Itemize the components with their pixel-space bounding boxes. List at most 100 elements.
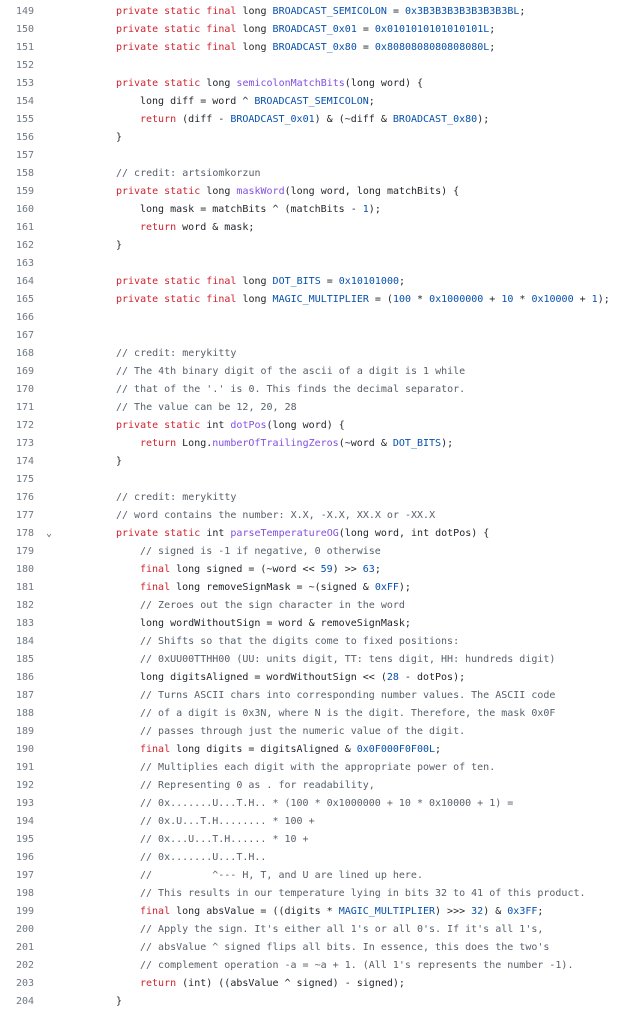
number-token: 0x1000000	[429, 294, 484, 305]
code-line[interactable]: 170 // that of the '.' is 0. This finds t…	[0, 381, 631, 399]
code-line[interactable]: 202 // complement operation -a = ~a + 1. …	[0, 957, 631, 975]
code-editor[interactable]: 149 private static final long BROADCAST_S…	[0, 3, 631, 1011]
code-text: long digitsAligned = wordWithoutSign << …	[140, 669, 465, 687]
code-line[interactable]: 174}	[0, 453, 631, 471]
code-line[interactable]: 199 final long absValue = ((digits * MAGI…	[0, 903, 631, 921]
code-line[interactable]: 157	[0, 147, 631, 165]
code-line[interactable]: 182 // Zeroes out the sign character in t…	[0, 597, 631, 615]
code-text: // of a digit is 0x3N, where N is the di…	[140, 705, 555, 723]
code-line[interactable]: 163	[0, 255, 631, 273]
code-line[interactable]: 197 // ^--- H, T, and U are lined up here…	[0, 867, 631, 885]
code-line[interactable]: 198 // This results in our temperature ly…	[0, 885, 631, 903]
code-token: }	[116, 996, 123, 1007]
line-number: 153	[15, 78, 34, 89]
line-number: 201	[15, 942, 34, 953]
code-line[interactable]: 159 private static long maskWord(long wor…	[0, 183, 631, 201]
constant-token: BROADCAST_0x80	[272, 42, 357, 53]
code-line[interactable]: 172 private static int dotPos(long word) …	[0, 417, 631, 435]
code-token: *	[411, 294, 430, 305]
code-line[interactable]: 150 private static final long BROADCAST_0…	[0, 21, 631, 39]
code-line[interactable]: 185 // 0xUU00TTHH00 (UU: units digit, TT:…	[0, 651, 631, 669]
line-number: 168	[15, 348, 34, 359]
code-line[interactable]: 190 final long digits = digitsAligned & 0…	[0, 741, 631, 759]
code-line[interactable]: 161 return word & mask;	[0, 219, 631, 237]
code-line[interactable]: 191 // Multiplies each digit with the app…	[0, 759, 631, 777]
code-line[interactable]: 192 // Representing 0 as . for readabilit…	[0, 777, 631, 795]
chevron-down-icon[interactable]: ⌄	[43, 525, 55, 543]
code-line[interactable]: 184 // Shifts so that the digits come to …	[0, 633, 631, 651]
code-line[interactable]: 180 final long signed = (~word << 59) >> …	[0, 561, 631, 579]
number-token: 10	[501, 294, 514, 305]
code-line[interactable]: 201 // absValue ^ signed flips all bits. …	[0, 939, 631, 957]
line-number: 170	[15, 384, 34, 395]
code-line[interactable]: 187 // Turns ASCII chars into correspondi…	[0, 687, 631, 705]
code-line[interactable]: 188 // of a digit is 0x3N, where N is the…	[0, 705, 631, 723]
keyword-token: private static final	[116, 276, 243, 287]
code-line[interactable]: 154 long diff = word ^ BROADCAST_SEMICOLO…	[0, 93, 631, 111]
code-token: (long word) {	[344, 78, 424, 89]
code-line[interactable]: 175	[0, 471, 631, 489]
code-line[interactable]: 204}	[0, 993, 631, 1011]
comment-token: // Turns ASCII chars into corresponding …	[140, 690, 556, 701]
code-line[interactable]: 176 // credit: merykitty	[0, 489, 631, 507]
code-line[interactable]: 173 return Long.numberOfTrailingZeros(~wo…	[0, 435, 631, 453]
line-number: 172	[15, 420, 34, 431]
code-line[interactable]: 169 // The 4th binary digit of the ascii …	[0, 363, 631, 381]
code-line[interactable]: 158 // credit: artsiomkorzun	[0, 165, 631, 183]
code-token: }	[116, 456, 123, 467]
code-token: long removeSignMask = ~(signed &	[176, 582, 375, 593]
code-token: int	[206, 420, 231, 431]
comment-token: // absValue ^ signed flips all bits. In …	[140, 942, 550, 953]
function-token: maskWord	[236, 186, 285, 197]
code-line[interactable]: 183 long wordWithoutSign = word & removeS…	[0, 615, 631, 633]
keyword-token: return	[140, 114, 183, 125]
number-token: 63	[362, 564, 375, 575]
comment-token: // Shifts so that the digits come to fix…	[140, 636, 460, 647]
code-line[interactable]: 181 final long removeSignMask = ~(signed …	[0, 579, 631, 597]
line-number: 165	[15, 294, 34, 305]
code-line[interactable]: 164 private static final long DOT_BITS = …	[0, 273, 631, 291]
code-line[interactable]: 166	[0, 309, 631, 327]
code-line[interactable]: 153 private static long semicolonMatchBit…	[0, 75, 631, 93]
code-text: return (diff - BROADCAST_0x01) & (~diff …	[140, 111, 489, 129]
comment-token: // passes through just the numeric value…	[140, 726, 466, 737]
keyword-token: return	[140, 222, 183, 233]
code-line[interactable]: 160 long mask = matchBits ^ (matchBits - …	[0, 201, 631, 219]
code-text: return Long.numberOfTrailingZeros(~word …	[140, 435, 453, 453]
code-line[interactable]: 162}	[0, 237, 631, 255]
constant-token: BROADCAST_0x01	[230, 114, 315, 125]
code-line[interactable]: 189 // passes through just the numeric va…	[0, 723, 631, 741]
number-token: 0x0101010101010101L	[374, 24, 490, 35]
constant-token: BROADCAST_0x80	[392, 114, 478, 125]
comment-token: // signed is -1 if negative, 0 otherwise	[140, 546, 381, 557]
code-line[interactable]: 171 // The value can be 12, 20, 28	[0, 399, 631, 417]
code-token: =	[356, 42, 375, 53]
code-line[interactable]: 152	[0, 57, 631, 75]
code-line[interactable]: 168 // credit: merykitty	[0, 345, 631, 363]
code-text: // credit: artsiomkorzun	[116, 165, 261, 183]
code-line[interactable]: 151 private static final long BROADCAST_0…	[0, 39, 631, 57]
code-line[interactable]: 156}	[0, 129, 631, 147]
code-text: private static final long BROADCAST_0x80…	[116, 39, 495, 57]
code-line[interactable]: 155 return (diff - BROADCAST_0x01) & (~di…	[0, 111, 631, 129]
code-line[interactable]: 179 // signed is -1 if negative, 0 otherw…	[0, 543, 631, 561]
code-text: // 0x.......U...T.H..	[140, 849, 266, 867]
code-line[interactable]: 177 // word contains the number: X.X, -X.…	[0, 507, 631, 525]
line-number: 191	[15, 762, 34, 773]
code-token: int	[206, 528, 231, 539]
code-text: // absValue ^ signed flips all bits. In …	[140, 939, 549, 957]
code-line[interactable]: 167	[0, 327, 631, 345]
code-line[interactable]: 196 // 0x.......U...T.H..	[0, 849, 631, 867]
code-line[interactable]: 193 // 0x.......U...T.H.. * (100 * 0x1000…	[0, 795, 631, 813]
code-line[interactable]: 200 // Apply the sign. It's either all 1'…	[0, 921, 631, 939]
number-token: 0x0F000F0F00L	[356, 744, 436, 755]
code-line[interactable]: 178 ⌄ private static int parseTemperatureO…	[0, 525, 631, 543]
code-line[interactable]: 195 // 0x...U...T.H...... * 10 +	[0, 831, 631, 849]
constant-token: DOT_BITS	[272, 276, 321, 287]
code-line[interactable]: 186 long digitsAligned = wordWithoutSign …	[0, 669, 631, 687]
code-line[interactable]: 203 return (int) ((absValue ^ signed) - s…	[0, 975, 631, 993]
code-line[interactable]: 165 private static final long MAGIC_MULTI…	[0, 291, 631, 309]
comment-token: // 0x.......U...T.H..	[140, 852, 267, 863]
code-line[interactable]: 149 private static final long BROADCAST_S…	[0, 3, 631, 21]
code-line[interactable]: 194 // 0x.U...T.H........ * 100 +	[0, 813, 631, 831]
